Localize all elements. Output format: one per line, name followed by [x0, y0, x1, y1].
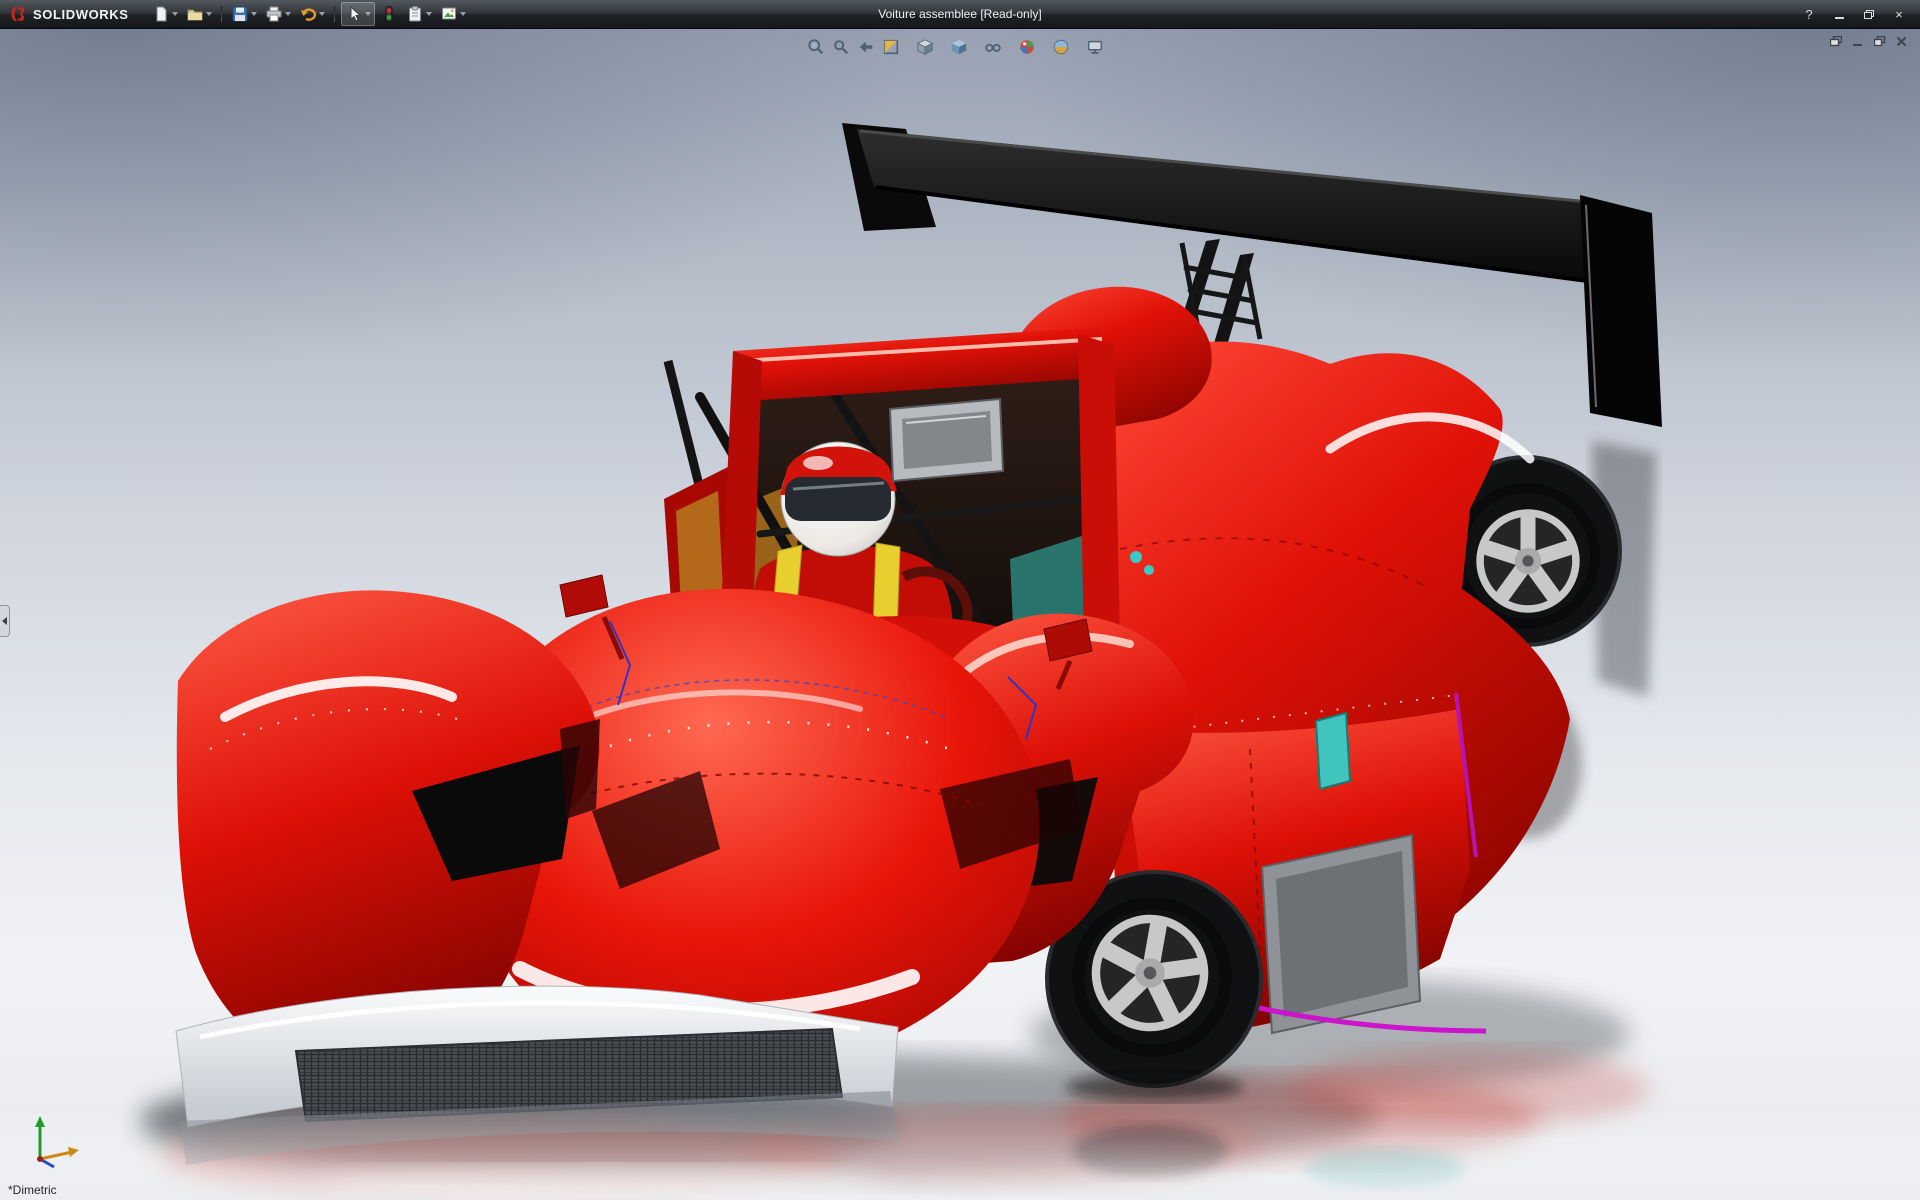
hide-show-items-button[interactable] [983, 37, 1012, 57]
panel-collapse-arrow[interactable] [0, 605, 10, 637]
display-style-icon [950, 38, 968, 56]
teal-knob [1130, 551, 1142, 563]
apply-scene-button[interactable] [1051, 37, 1080, 57]
doc-close-button[interactable] [1893, 34, 1910, 49]
doc-restore-button[interactable] [1871, 34, 1888, 49]
file-properties-button[interactable] [403, 3, 435, 25]
view-settings-button[interactable] [1085, 37, 1114, 57]
doc-cascade-icon [1830, 36, 1842, 47]
hide-show-items-icon [984, 38, 1002, 56]
section-view-icon [882, 38, 900, 56]
select-button[interactable] [341, 2, 375, 26]
window-controls: ? × [1798, 5, 1920, 23]
dassault-logo-icon [8, 6, 28, 22]
rear-view-mirror[interactable] [890, 399, 1003, 481]
options-button[interactable] [437, 3, 469, 25]
document-window-controls [1827, 34, 1910, 49]
zoom-to-area-icon [832, 38, 850, 56]
rebuild-icon [380, 5, 398, 23]
edit-appearance-icon [1018, 38, 1036, 56]
save-button[interactable] [228, 3, 260, 25]
section-view-button[interactable] [881, 37, 910, 57]
restore-button[interactable] [1858, 5, 1880, 23]
file-properties-icon [406, 5, 424, 23]
doc-minimize-icon [1852, 36, 1864, 47]
edit-appearance-button[interactable] [1017, 37, 1046, 57]
main-toolbar [149, 2, 469, 26]
print-icon [265, 5, 283, 23]
model-scene[interactable] [0, 29, 1920, 1200]
view-orientation-icon [916, 38, 934, 56]
previous-view-button[interactable] [856, 37, 876, 57]
view-settings-icon [1086, 38, 1104, 56]
open-icon [186, 5, 204, 23]
window-title: Voiture assemblee [Read-only] [878, 7, 1041, 21]
print-button[interactable] [262, 3, 294, 25]
app-name: SOLIDWORKS [33, 7, 129, 22]
zoom-to-fit-icon [807, 38, 825, 56]
help-button[interactable]: ? [1798, 5, 1820, 23]
doc-cascade-button[interactable] [1827, 34, 1844, 49]
undo-button[interactable] [296, 3, 328, 25]
close-button[interactable]: × [1888, 5, 1910, 23]
solidworks-logo: SOLIDWORKS [0, 6, 139, 22]
side-window-teal[interactable] [1316, 713, 1350, 789]
zoom-to-area-button[interactable] [831, 37, 851, 57]
undo-icon [299, 5, 317, 23]
view-orientation-button[interactable] [915, 37, 944, 57]
orientation-triad[interactable] [22, 1111, 86, 1174]
open-button[interactable] [183, 3, 215, 25]
zoom-to-fit-button[interactable] [806, 37, 826, 57]
options-icon [440, 5, 458, 23]
save-icon [231, 5, 249, 23]
graphics-viewport[interactable]: *Dimetric [0, 29, 1920, 1200]
new-document-button[interactable] [149, 3, 181, 25]
doc-close-icon [1896, 36, 1907, 47]
apply-scene-icon [1052, 38, 1070, 56]
doc-minimize-button[interactable] [1849, 34, 1866, 49]
view-orientation-label: *Dimetric [8, 1183, 57, 1197]
doc-restore-icon [1874, 36, 1886, 47]
rebuild-button[interactable] [377, 3, 401, 25]
previous-view-icon [857, 38, 875, 56]
heads-up-toolbar [800, 35, 1120, 59]
title-bar: SOLIDWORKS [0, 0, 1920, 29]
minimize-button[interactable] [1828, 5, 1850, 23]
select-cursor-icon [345, 5, 363, 23]
display-style-button[interactable] [949, 37, 978, 57]
solidworks-window: SOLIDWORKS [0, 0, 1920, 1200]
new-document-icon [152, 5, 170, 23]
